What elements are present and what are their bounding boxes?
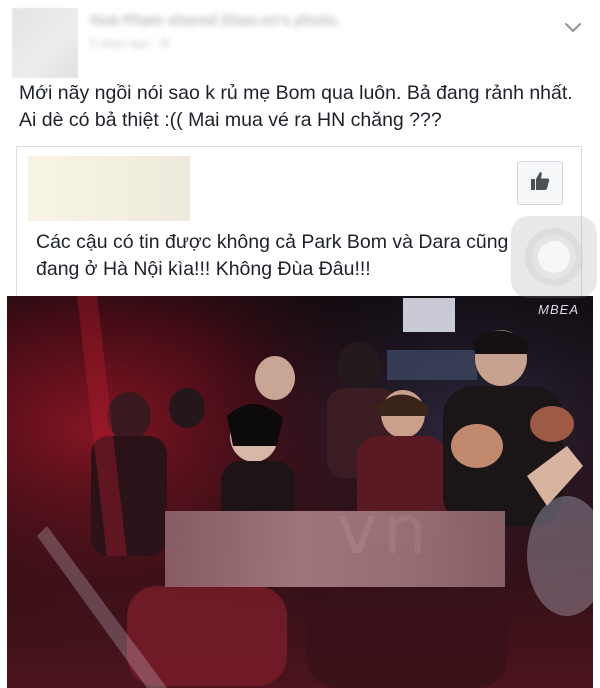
redaction-overlay [165,511,505,587]
thumbs-up-icon [529,170,551,197]
concert-photo-illustration [7,296,593,688]
shared-page-header-blurred[interactable] [28,156,190,221]
post-meta-blurred: 5 days ago · ⚙ [90,36,171,50]
shared-post-text: Các cậu có tin được không cả Park Bom và… [36,231,509,280]
shared-post-card[interactable]: Các cậu có tin được không cả Park Bom và… [16,146,582,296]
facebook-post: Hoà Phạm shared 2Sao.vn's photo. 5 days … [0,0,600,688]
post-text: Mới nãy ngồi nói sao k rủ mẹ Bom qua luô… [19,82,573,131]
like-page-button[interactable] [517,161,563,205]
stage-logo-text: MBEA [538,302,579,317]
author-name-blurred[interactable]: Hoà Phạm shared 2Sao.vn's photo. [90,12,340,29]
chevron-down-icon[interactable] [564,20,582,34]
author-avatar[interactable] [12,8,78,78]
assistive-touch-button[interactable] [511,216,597,298]
post-photo[interactable]: MBEA vn [7,296,593,688]
